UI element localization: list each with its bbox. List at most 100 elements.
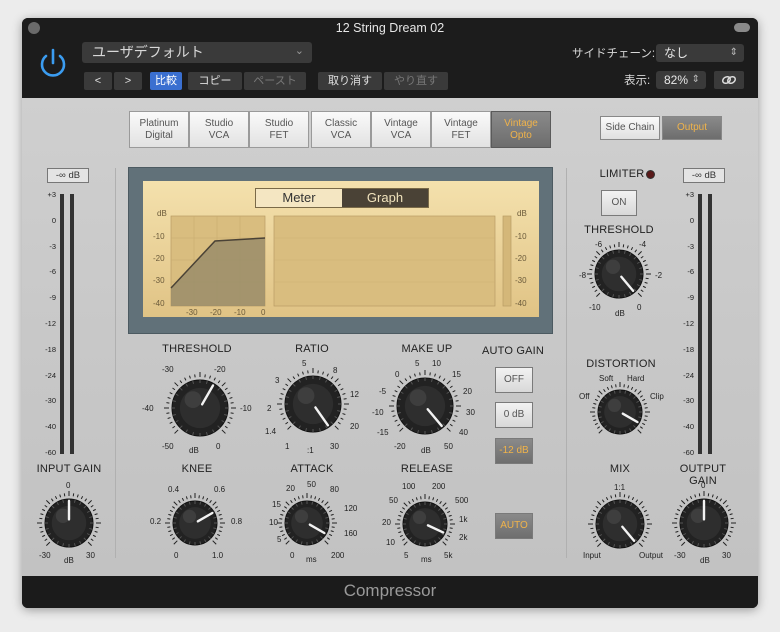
tick-label: 10 [432, 359, 441, 368]
tick-label: 2 [267, 404, 272, 413]
title-bar: 12 String Dream 02 ユーザデフォルト ⌄ < > 比較 コピー … [22, 18, 758, 98]
compare-button[interactable]: 比較 [150, 72, 182, 90]
input-meter-left [60, 194, 64, 454]
tick-label: 5k [444, 551, 453, 560]
view-zoom-select[interactable]: 82% ⇕ [656, 71, 706, 89]
knee-knob[interactable] [161, 489, 229, 557]
meter-scale-label: -24 [683, 370, 694, 380]
undo-button[interactable]: 取り消す [318, 72, 382, 90]
auto-gain-minus12db-button[interactable]: -12 dB [495, 438, 533, 464]
link-button[interactable] [714, 71, 744, 89]
attack-knob[interactable] [273, 489, 341, 557]
mix-label: MIX [609, 463, 631, 475]
redo-button[interactable]: やり直す [384, 72, 448, 90]
tick-label: -20 [394, 442, 406, 451]
input-gain-label: INPUT GAIN [36, 463, 102, 475]
auto-gain-label: AUTO GAIN [481, 345, 545, 357]
ratio-knob[interactable] [273, 364, 353, 444]
meter-scale-label: -9 [49, 293, 56, 303]
tick-label: -10 [589, 303, 601, 312]
meter-scale-label: -24 [45, 370, 56, 380]
tick-label: -50 [162, 442, 174, 451]
side-chain-tab[interactable]: Side Chain [600, 116, 660, 140]
tick-label: 50 [307, 480, 316, 489]
tick-label: 0.8 [231, 517, 243, 526]
distortion-knob[interactable] [586, 378, 654, 446]
meter-scale-label: 0 [51, 215, 56, 225]
attack-label: ATTACK [290, 463, 334, 475]
threshold-knob[interactable] [160, 368, 240, 448]
tick-label: -10 [240, 404, 252, 413]
x-tick: -30 [186, 308, 198, 317]
tick-label: Clip [650, 392, 664, 401]
tick-label: -10 [372, 408, 384, 417]
copy-button[interactable]: コピー [188, 72, 242, 90]
unit-label: ms [306, 555, 317, 564]
model-button-vintage-vca[interactable]: Vintage VCA [371, 111, 431, 148]
previous-preset-button[interactable]: < [84, 72, 112, 90]
auto-gain-off-button[interactable]: OFF [495, 367, 533, 393]
release-knob[interactable] [391, 490, 459, 558]
y-tick: -20 [515, 254, 527, 263]
tick-label: -30 [162, 365, 174, 374]
tick-label: 20 [463, 387, 472, 396]
meter-scale-label: -60 [683, 448, 694, 457]
tick-label: 120 [344, 504, 358, 513]
tick-label: 15 [452, 370, 461, 379]
auto-release-button[interactable]: AUTO [495, 513, 533, 539]
divider [115, 168, 116, 558]
model-button-vintage-opto[interactable]: Vintage Opto [491, 111, 551, 148]
unit-label: dB [189, 446, 199, 455]
meter-scale-label: -30 [683, 396, 694, 406]
tick-label: 80 [330, 485, 339, 494]
tick-label: 1:1 [614, 483, 626, 492]
tick-label: 2k [459, 533, 468, 542]
meter-scale-label: -9 [687, 293, 694, 303]
tick-label: 15 [272, 500, 281, 509]
tick-label: -6 [595, 240, 603, 249]
tick-label: 0.6 [214, 485, 226, 494]
output-level-readout: -∞ dB [683, 168, 725, 183]
tick-label: 5 [404, 551, 409, 560]
tick-label: -20 [214, 365, 226, 374]
model-button-vintage-fet[interactable]: Vintage FET [431, 111, 491, 148]
input-gain-knob[interactable] [33, 487, 105, 559]
sidechain-select[interactable]: なし ⇕ [656, 44, 744, 62]
tick-label: -4 [639, 240, 647, 249]
tick-label: 0 [174, 551, 179, 560]
tick-label: 10 [269, 518, 278, 527]
output-gain-knob[interactable] [668, 487, 740, 559]
tick-label: -40 [142, 404, 154, 413]
tick-label: Input [583, 551, 601, 560]
x-tick: -10 [234, 308, 246, 317]
x-tick: -20 [210, 308, 222, 317]
auto-gain-0db-button[interactable]: 0 dB [495, 402, 533, 428]
power-icon[interactable] [36, 47, 70, 81]
meter-scale-label: -18 [683, 344, 694, 354]
x-tick: 0 [261, 308, 266, 317]
model-button-studio-fet[interactable]: Studio FET [249, 111, 309, 148]
input-meter-right [70, 194, 74, 454]
model-button-classic-vca[interactable]: Classic VCA [311, 111, 371, 148]
preset-menu[interactable]: ユーザデフォルト ⌄ [82, 42, 312, 63]
tick-label: 160 [344, 529, 358, 538]
unit-label: :1 [307, 446, 314, 455]
mix-knob[interactable] [584, 488, 656, 560]
tick-label: 0 [637, 303, 642, 312]
paste-button[interactable]: ペースト [244, 72, 306, 90]
model-button-platinum-digital[interactable]: Platinum Digital [129, 111, 189, 148]
unit-label: dB [421, 446, 431, 455]
next-preset-button[interactable]: > [114, 72, 142, 90]
limiter-on-button[interactable]: ON [601, 190, 637, 216]
tick-label: 500 [455, 496, 469, 505]
y-tick: -40 [153, 299, 165, 308]
tick-label: 1k [459, 515, 468, 524]
meter-scale-label: -30 [45, 396, 56, 406]
tick-label: Hard [627, 374, 645, 383]
output-tab[interactable]: Output [662, 116, 722, 140]
tick-label: 10 [386, 538, 395, 547]
model-button-studio-vca[interactable]: Studio VCA [189, 111, 249, 148]
toolbar-toggle-button[interactable] [734, 23, 750, 32]
chevron-down-icon: ⌄ [294, 45, 304, 57]
tick-label: 30 [330, 442, 339, 451]
